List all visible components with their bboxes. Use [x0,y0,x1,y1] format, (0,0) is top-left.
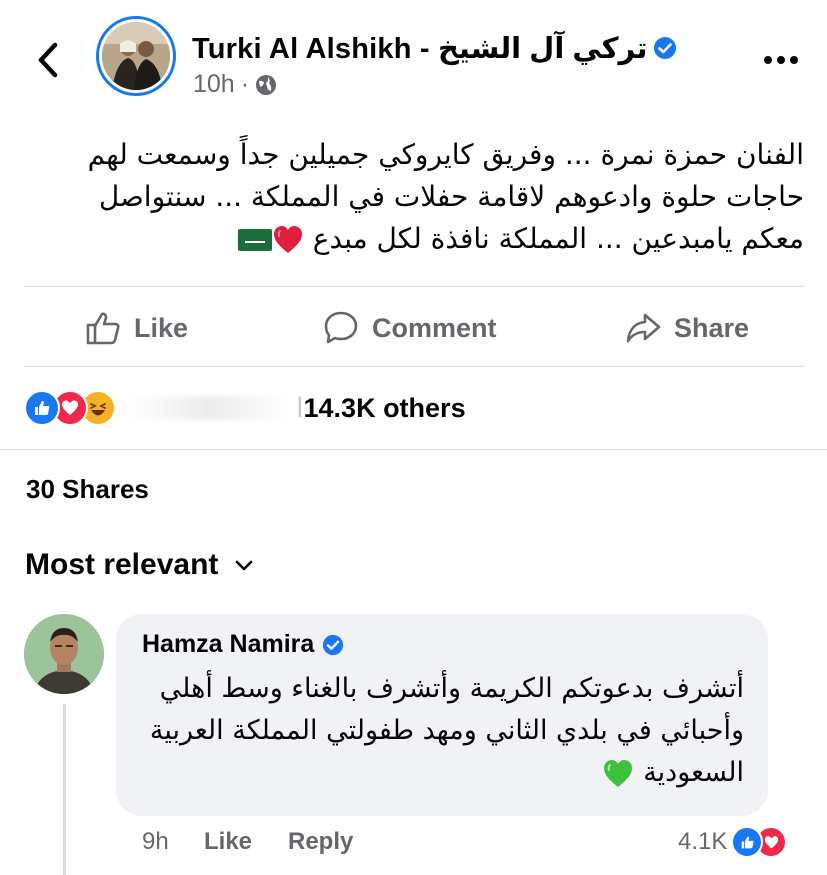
comment-reactions[interactable]: 4.1K [678,826,788,858]
blurred-reactor-names [130,396,290,420]
post-text-line: الفنان حمزة نمرة ... وفريق كايروكي جميلي… [87,138,804,171]
more-options-button[interactable] [756,40,806,80]
post-text-line-last: معكم يامبدعين ... المملكة نافذة لكل مبدع [60,218,804,260]
comment-text-line: وأحبائي في بلدي الثاني ومهد طفولتي الممل… [149,715,744,746]
comment-thread-line [63,704,66,875]
chevron-down-icon [236,560,253,571]
like-label: Like [134,312,189,343]
comment-like-button[interactable]: Like [204,826,252,858]
reactor-name-fragment: ا [296,392,304,423]
commenter-avatar[interactable] [24,614,104,694]
green-heart-emoji [603,759,632,787]
comment-text-line: السعودية [643,757,744,788]
post-text-line: معكم يامبدعين ... المملكة نافذة لكل مبدع [312,222,804,255]
more-horizontal-icon [764,56,798,64]
comment-text-line-last: السعودية [142,752,744,794]
post-time[interactable]: 10h [193,70,235,99]
section-divider [0,449,827,450]
divider [24,366,804,367]
comment-label: Comment [372,312,497,343]
post-meta: 10h · [193,70,277,99]
comment-time[interactable]: 9h [142,826,169,858]
globe-icon [256,74,277,95]
divider [24,286,804,287]
comment-text-line: أتشرف بدعوتكم الكريمة وأتشرف بالغناء وسط… [159,673,744,704]
thumbs-up-icon [86,312,120,345]
comment-author-row: Hamza Namira [142,630,344,659]
verified-badge-icon [654,37,677,59]
post-author-name[interactable]: Turki Al Alshikh - تركي آل الشيخ [192,31,647,66]
reactions-count: 14.3K others [303,392,466,423]
comment-author-name[interactable]: Hamza Namira [142,630,314,659]
sort-label: Most relevant [25,548,219,581]
chevron-left-icon [38,42,58,78]
reaction-icons[interactable] [24,388,116,428]
post-text: الفنان حمزة نمرة ... وفريق كايروكي جميلي… [60,134,804,260]
reactions-summary[interactable]: ا 14.3K others [130,388,466,428]
comment-text: أتشرف بدعوتكم الكريمة وأتشرف بالغناء وسط… [142,668,744,794]
verified-badge-icon [323,634,344,655]
post-author-row: Turki Al Alshikh - تركي آل الشيخ [192,28,677,68]
share-arrow-icon [626,313,661,343]
author-photo [102,22,170,90]
like-button[interactable]: Like [84,300,188,356]
author-avatar[interactable] [96,16,176,96]
comment-reaction-count: 4.1K [678,828,728,855]
comment-sort-dropdown[interactable]: Most relevant [25,548,254,582]
like-reaction-icon [24,390,60,426]
saudi-flag-emoji [237,229,272,251]
post-text-line: حاجات حلوة وادعوهم لاقامة حفلات في الممل… [98,180,804,213]
share-button[interactable]: Share [624,300,749,356]
shares-count[interactable]: 30 Shares [26,474,149,505]
share-label: Share [674,312,750,343]
comment-reaction-icons [731,826,788,858]
back-button[interactable] [26,36,70,84]
comment-button[interactable]: Comment [322,300,497,356]
meta-separator: · [240,70,250,98]
comment-bubble-icon [324,311,358,344]
comment-reply-button[interactable]: Reply [288,826,353,858]
red-heart-emoji [273,226,302,253]
